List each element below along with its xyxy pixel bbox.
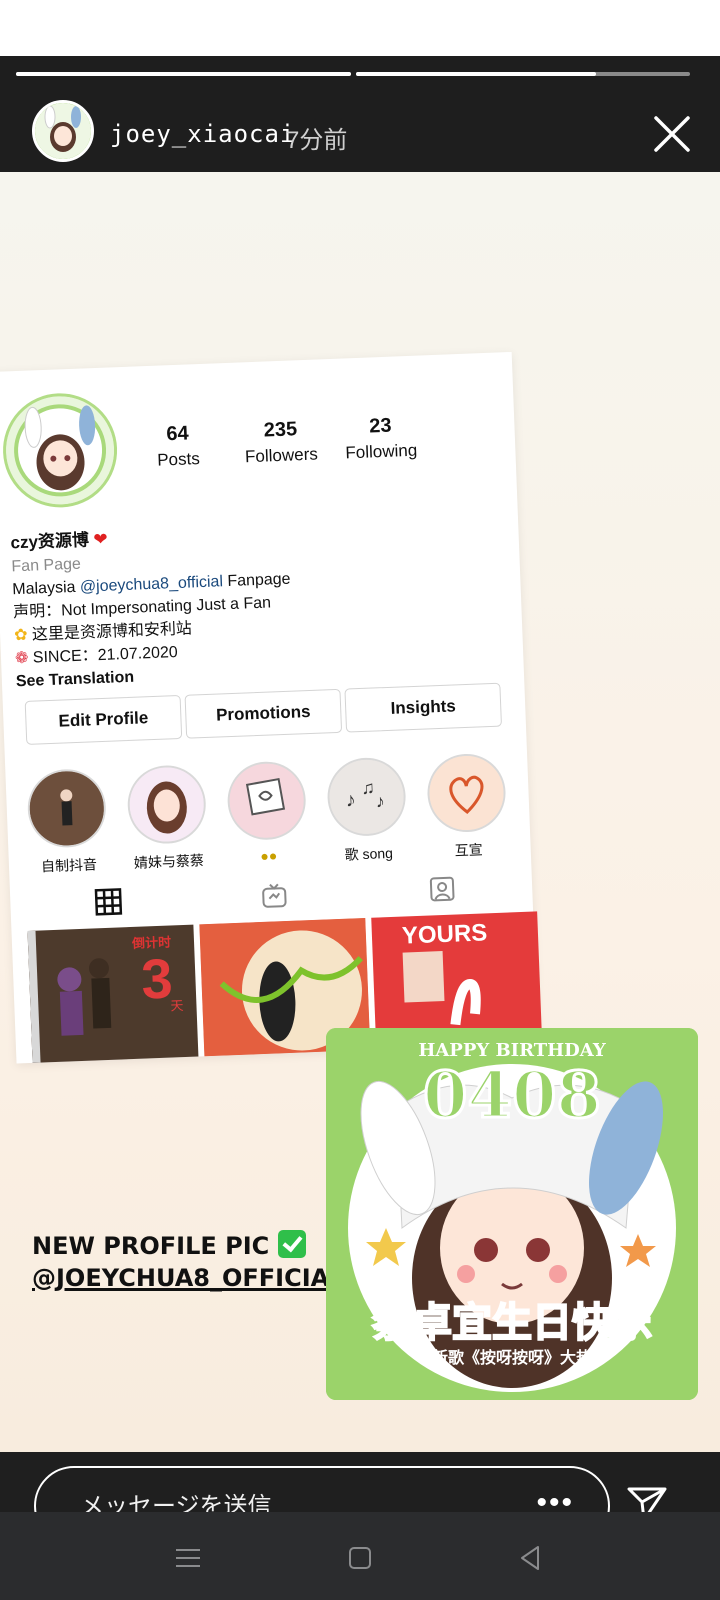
back-triangle-icon bbox=[521, 1546, 539, 1570]
highlight-3[interactable]: ●● bbox=[217, 760, 317, 866]
close-button[interactable] bbox=[650, 112, 694, 156]
bio-line-4-text: SINCE：21.07.2020 bbox=[32, 644, 179, 667]
highlight-5-label: 互宣 bbox=[454, 841, 483, 859]
followers-count: 235 bbox=[263, 418, 298, 442]
post-1-unit: 天 bbox=[170, 998, 184, 1014]
post-1-number: 3 bbox=[140, 946, 174, 1011]
tagged-person-icon bbox=[429, 876, 455, 902]
bio-mention-link[interactable]: @joeychua8_official bbox=[80, 573, 224, 595]
caption-mention[interactable]: @JOEYCHUA8_OFFICIAL bbox=[32, 1262, 345, 1294]
grid-tab[interactable] bbox=[94, 887, 123, 921]
birthday-sub-text: 新歌《按呀按呀》大热 bbox=[431, 1350, 592, 1367]
system-navbar bbox=[0, 1512, 720, 1600]
bio-line-1-suffix: Fanpage bbox=[222, 570, 291, 591]
promotions-button[interactable]: Promotions bbox=[184, 688, 343, 739]
following-stat[interactable]: 23 Following bbox=[330, 413, 432, 464]
photo-heart-icon bbox=[228, 762, 306, 840]
people-emoji-icon: ●● bbox=[260, 847, 278, 864]
heart-outline-icon bbox=[428, 754, 505, 832]
post-1-figures bbox=[27, 930, 112, 1063]
post-1[interactable]: 倒计时 3 天 bbox=[27, 924, 199, 1063]
caption-line-1-text: NEW PROFILE PIC bbox=[32, 1232, 270, 1260]
highlight-2-label: 婧妹与蔡蔡 bbox=[133, 852, 205, 871]
nav-home-button[interactable] bbox=[344, 1542, 376, 1574]
posts-label: Posts bbox=[156, 449, 201, 470]
svg-text:♪: ♪ bbox=[375, 791, 385, 811]
followers-stat[interactable]: 235 Followers bbox=[230, 417, 332, 468]
avatar-illustration bbox=[35, 103, 91, 159]
highlight-3-label: ●● bbox=[221, 846, 318, 866]
birthday-wish-text: 蔡卓宜生日快乐 bbox=[371, 1300, 653, 1346]
new-profile-pic-sticker: HAPPY BIRTHDAY 0408 蔡卓宜生日快乐 新歌《按呀按呀》大热 bbox=[326, 1028, 698, 1400]
heart-icon: ❤ bbox=[93, 529, 108, 550]
highlight-5[interactable]: 互宣 bbox=[417, 752, 517, 862]
grid-icon bbox=[94, 888, 123, 916]
profile-name: czy资源博 bbox=[10, 530, 90, 553]
highlight-4[interactable]: ♪ ♫ ♪ 歌 song bbox=[317, 756, 417, 866]
story-header: joey_xiaocai 7分前 bbox=[0, 56, 720, 172]
nav-menu-button[interactable] bbox=[172, 1542, 204, 1574]
story-progress-1-fill bbox=[16, 72, 351, 76]
following-count: 23 bbox=[368, 414, 392, 438]
bio-line-3-text: 这里是资源博和安利站 bbox=[31, 620, 193, 644]
profile-illustration bbox=[6, 396, 115, 505]
home-square-icon bbox=[349, 1547, 371, 1569]
close-icon bbox=[654, 116, 690, 152]
music-notes-icon: ♪♫♪ bbox=[328, 758, 405, 836]
bio-line-1-prefix: Malaysia bbox=[12, 578, 81, 599]
top-margin bbox=[0, 0, 720, 56]
following-label: Following bbox=[345, 440, 418, 463]
svg-text:♪: ♪ bbox=[345, 789, 356, 811]
edit-profile-button[interactable]: Edit Profile bbox=[24, 694, 183, 745]
story-progress-2-fill bbox=[356, 72, 597, 76]
highlight-2-thumb bbox=[126, 764, 208, 846]
story-caption: NEW PROFILE PIC @JOEYCHUA8_OFFICIAL bbox=[32, 1230, 345, 1294]
igtv-icon bbox=[262, 883, 287, 908]
flower-icon: ❁ bbox=[14, 649, 29, 668]
portrait-image-icon bbox=[128, 766, 206, 843]
story-progress-2 bbox=[356, 72, 690, 76]
sunflower-icon: ✿ bbox=[13, 626, 28, 645]
birthday-date-text: 0408 bbox=[421, 1057, 602, 1135]
highlight-5-thumb bbox=[426, 752, 507, 834]
highlight-3-thumb bbox=[226, 760, 308, 842]
highlight-4-thumb: ♪ ♫ ♪ bbox=[326, 756, 408, 838]
story-progress-1 bbox=[16, 72, 351, 76]
highlight-2[interactable]: 婧妹与蔡蔡 bbox=[117, 764, 217, 874]
reply-bar: メッセージを送信 ••• bbox=[0, 1452, 720, 1546]
profile-picture bbox=[0, 391, 120, 510]
tagged-tab[interactable] bbox=[428, 874, 457, 908]
caption-line-1: NEW PROFILE PIC bbox=[32, 1230, 332, 1262]
nav-back-button[interactable] bbox=[514, 1542, 546, 1574]
story-username[interactable]: joey_xiaocai bbox=[110, 120, 295, 148]
profile-screenshot: 64 Posts 235 Followers 23 Following czy资… bbox=[0, 351, 543, 1064]
highlight-1[interactable]: 自制抖音 bbox=[17, 767, 117, 878]
igtv-tab[interactable] bbox=[260, 881, 289, 915]
followers-label: Followers bbox=[244, 444, 319, 467]
posts-stat[interactable]: 64 Posts bbox=[142, 422, 214, 472]
insights-button[interactable]: Insights bbox=[344, 682, 502, 733]
story-time: 7分前 bbox=[286, 127, 348, 154]
check-mark-icon bbox=[277, 1230, 306, 1258]
dancer-image-icon bbox=[28, 769, 106, 847]
posts-count: 64 bbox=[165, 422, 190, 446]
svg-text:♫: ♫ bbox=[361, 778, 375, 799]
menu-icon bbox=[176, 1549, 200, 1567]
highlight-4-label: 歌 song bbox=[344, 844, 394, 863]
profile-bio: czy资源博 ❤ Fan Page Malaysia @joeychua8_of… bbox=[10, 518, 376, 694]
story-user-avatar[interactable] bbox=[32, 100, 94, 162]
highlight-1-label: 自制抖音 bbox=[40, 856, 98, 875]
highlight-1-thumb bbox=[26, 767, 108, 849]
